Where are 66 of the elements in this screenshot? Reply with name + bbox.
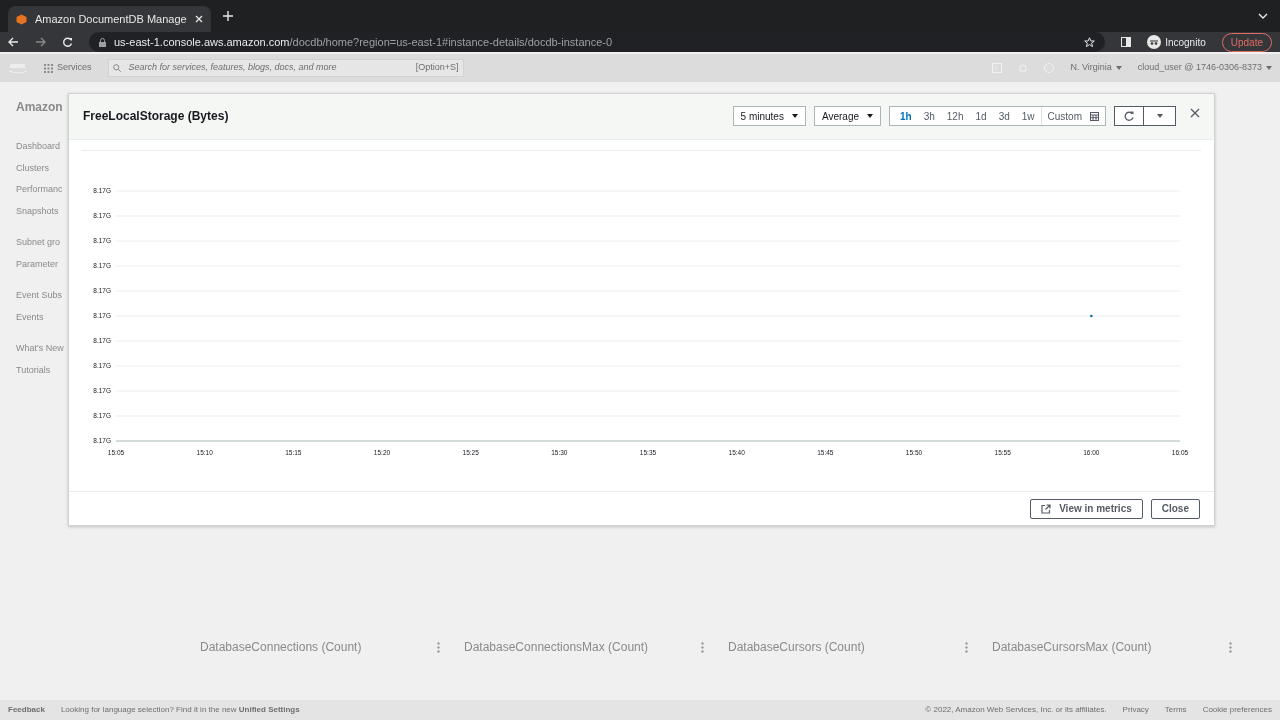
card-title: DatabaseCursorsMax (Count) (992, 639, 1152, 656)
incognito-icon (1147, 35, 1162, 49)
caret-icon (1156, 114, 1163, 119)
sidebar-item[interactable]: Subnet gro (16, 236, 61, 250)
time-range-tab[interactable]: 1w (1015, 108, 1041, 124)
star-icon[interactable] (1084, 36, 1096, 48)
grid-icon (44, 63, 53, 73)
copyright-text: © 2022, Amazon Web Services, Inc. or its affiliates. (925, 704, 1107, 716)
period-dropdown[interactable]: 5 minutes (732, 106, 806, 127)
cube-icon (16, 13, 27, 25)
calendar-icon (1090, 111, 1099, 121)
modal-title: FreeLocalStorage (Bytes) (83, 108, 230, 126)
browser-tab[interactable]: Amazon DocumentDB Manage (8, 6, 211, 32)
footer-link[interactable]: Cookie preferences (1202, 704, 1272, 716)
forward-arrow-icon[interactable] (35, 37, 46, 47)
sidebar-item[interactable]: Dashboard (16, 140, 61, 154)
sidebar-icon[interactable] (1121, 37, 1132, 47)
shortcut-hint: [Option+S] (415, 61, 459, 75)
card-title: DatabaseCursors (Count) (728, 639, 865, 656)
feedback-link[interactable]: Feedback (8, 704, 45, 716)
caret-icon (1115, 66, 1122, 70)
time-range-tab[interactable]: 3d (992, 108, 1016, 124)
view-in-metrics-button[interactable]: View in metrics (1030, 498, 1143, 519)
sidebar-item[interactable]: Performanc (16, 183, 63, 197)
custom-range-button[interactable]: Custom (1040, 107, 1105, 126)
close-button[interactable]: Close (1150, 498, 1200, 519)
sidebar-heading: Amazon (16, 99, 63, 116)
refresh-button[interactable] (1114, 106, 1144, 127)
time-range-tab[interactable]: 1d (969, 108, 993, 124)
sidebar-item[interactable]: Events (16, 310, 44, 324)
plus-icon[interactable] (222, 11, 233, 21)
time-range-tab[interactable]: 1h (894, 108, 918, 124)
search-icon (112, 64, 121, 72)
close-icon[interactable] (1190, 108, 1200, 119)
card-title: DatabaseConnections (Count) (200, 639, 362, 656)
caret-icon (1266, 66, 1272, 70)
footer-link[interactable]: Privacy (1122, 704, 1149, 716)
footer-link[interactable]: Terms (1164, 704, 1187, 716)
chevron-down-icon[interactable] (1258, 13, 1268, 19)
time-range-tab[interactable]: 12h (940, 108, 970, 124)
sidebar-item[interactable]: Event Subs (16, 289, 63, 303)
sidebar-item[interactable]: Snapshots (16, 204, 59, 218)
profile-button[interactable]: Incognito (1147, 34, 1206, 50)
statistic-dropdown[interactable]: Average (813, 106, 881, 127)
back-arrow-icon[interactable] (8, 37, 19, 47)
footer-notice: Looking for language selection? Find it in the new Unified Settings (60, 704, 300, 716)
url-text: us-east-1.console.aws.amazon.com/docdb/home?region=us-east-1#instance-details/docdb-instance-0 (114, 34, 613, 50)
sidebar-item[interactable]: Parameter (16, 257, 59, 271)
caret-icon (791, 114, 798, 119)
caret-icon (867, 114, 873, 119)
external-link-icon (1041, 503, 1052, 514)
card-title: DatabaseConnectionsMax (Count) (464, 639, 649, 656)
sidebar-item[interactable]: Clusters (16, 161, 49, 175)
sidebar-item[interactable]: What's New (16, 342, 64, 356)
refresh-icon (1124, 111, 1134, 122)
region-menu[interactable]: N. Virginia (1070, 61, 1122, 75)
services-menu[interactable]: Services (44, 61, 92, 75)
address-bar[interactable]: us-east-1.console.aws.amazon.com/docdb/home?region=us-east-1#instance-details/docdb-instance-0 (89, 32, 1106, 52)
sidebar-item[interactable]: Tutorials (16, 363, 51, 377)
account-menu[interactable]: cloud_user @ 1746-0306-8373 (1137, 61, 1272, 75)
data-point (1090, 314, 1093, 318)
time-range-tab[interactable]: 3h (917, 108, 941, 124)
reload-icon[interactable] (62, 36, 73, 48)
search-field[interactable]: Search for services, features, blogs, docs, and more [Option+S] (107, 59, 464, 77)
lock-icon (99, 37, 106, 47)
refresh-options-button[interactable] (1144, 106, 1176, 127)
